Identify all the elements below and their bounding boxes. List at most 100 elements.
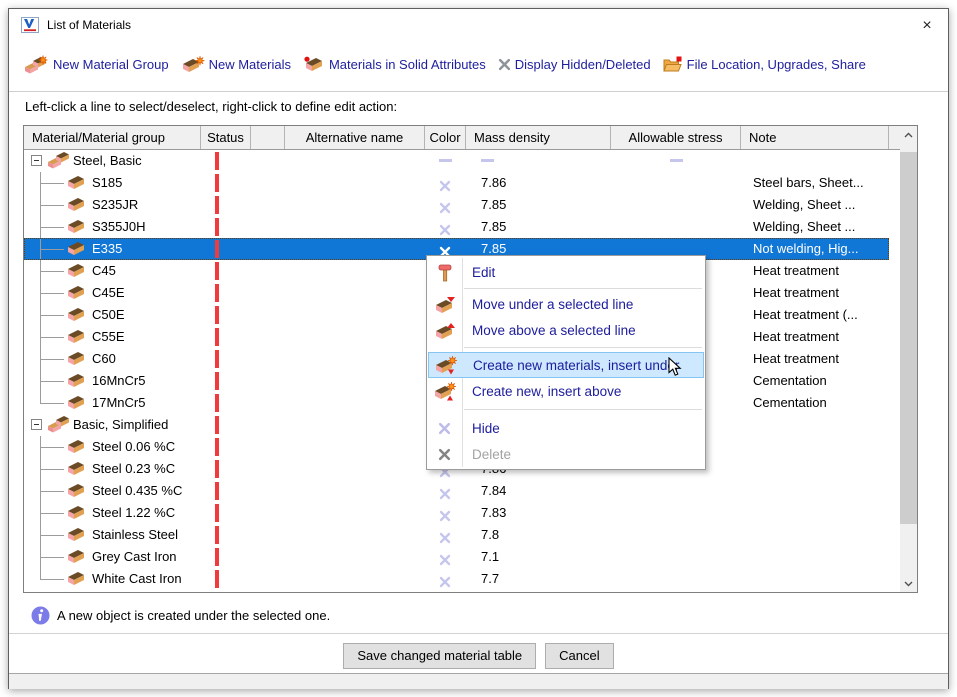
column-header-status[interactable]: Status: [201, 126, 251, 149]
status-cell: [201, 194, 251, 216]
tree-line: [40, 469, 64, 470]
vertical-scrollbar[interactable]: [900, 126, 917, 592]
collapse-icon[interactable]: [31, 155, 42, 166]
scroll-up-icon[interactable]: [900, 126, 917, 143]
tree-line: [40, 183, 64, 184]
toolbar-materials-in-solid-attributes[interactable]: Materials in Solid Attributes: [303, 56, 486, 72]
menu-item-move-under[interactable]: Move under a selected line: [427, 291, 705, 317]
color-cell: [425, 524, 466, 546]
toolbar-new-material-group[interactable]: New Material Group: [23, 55, 169, 74]
filler-cell: [889, 480, 900, 502]
material-label: 16MnCr5: [92, 370, 145, 392]
material-label: Steel 0.435 %C: [92, 480, 182, 502]
close-icon[interactable]: ×: [910, 9, 944, 42]
tree-line: [40, 315, 64, 316]
note-cell: Cementation: [741, 370, 889, 392]
tree-line: [40, 271, 64, 272]
tree-line: [40, 227, 64, 228]
table-row[interactable]: Grey Cast Iron7.1: [24, 546, 900, 568]
no-color-x-icon: [439, 507, 451, 524]
toolbar-new-materials[interactable]: New Materials: [181, 56, 291, 73]
tree-line: [40, 359, 64, 360]
column-header-alt-name[interactable]: Alternative name: [285, 126, 425, 149]
status-flag: [215, 218, 219, 236]
no-color-x-icon: [439, 199, 451, 216]
material-name-cell: Steel 0.06 %C: [24, 436, 201, 458]
tree-line: [40, 491, 64, 492]
allowable-stress-cell: [611, 502, 741, 524]
table-row[interactable]: S235JR7.85Welding, Sheet ...: [24, 194, 900, 216]
alternative-name-cell: [285, 260, 425, 282]
note-cell: [741, 502, 889, 524]
note-cell: [741, 436, 889, 458]
tree-line: [40, 579, 64, 580]
folder-icon: [663, 56, 683, 73]
material-icon: [66, 351, 86, 370]
material-name-cell: S355J0H: [24, 216, 201, 238]
filler-cell: [889, 194, 900, 216]
app-icon: [21, 17, 39, 33]
cancel-button[interactable]: Cancel: [545, 643, 613, 669]
status-cell: [201, 458, 251, 480]
create-above-icon: [427, 382, 462, 401]
no-value-dash: [670, 159, 683, 162]
column-header-blank[interactable]: [251, 126, 285, 149]
save-button[interactable]: Save changed material table: [343, 643, 536, 669]
filler-cell: [889, 458, 900, 480]
table-row[interactable]: Steel 1.22 %C7.83: [24, 502, 900, 524]
table-row[interactable]: Steel 0.435 %C7.84: [24, 480, 900, 502]
material-icon: [66, 527, 86, 546]
collapse-icon[interactable]: [31, 419, 42, 430]
table-row-group[interactable]: Steel, Basic: [24, 150, 900, 172]
status-cell: [201, 414, 251, 436]
tree-line: [40, 535, 64, 536]
material-icon: [66, 461, 86, 480]
material-label: C45: [92, 260, 116, 282]
menu-item-create-new-insert-above[interactable]: Create new, insert above: [427, 378, 705, 404]
column-header-material[interactable]: Material/Material group: [24, 126, 201, 149]
allowable-stress-cell: [611, 194, 741, 216]
status-flag: [215, 262, 219, 280]
material-label: S235JR: [92, 194, 138, 216]
menu-item-label: Edit: [462, 265, 495, 280]
tree-line: [40, 205, 64, 206]
blank-cell: [251, 150, 285, 172]
note-cell: [741, 546, 889, 568]
table-row[interactable]: Stainless Steel7.8: [24, 524, 900, 546]
material-icon: [66, 307, 86, 326]
blank-cell: [251, 348, 285, 370]
material-name-cell: C45: [24, 260, 201, 282]
toolbar-file-location-upgrades-share[interactable]: File Location, Upgrades, Share: [663, 56, 866, 73]
status-flag: [215, 570, 219, 588]
material-name-cell: Stainless Steel: [24, 524, 201, 546]
status-flag: [215, 482, 219, 500]
column-header-mass[interactable]: Mass density: [466, 126, 611, 149]
new-material-group-icon: [23, 55, 49, 74]
no-color-x-icon: [439, 485, 451, 502]
table-row[interactable]: S355J0H7.85Welding, Sheet ...: [24, 216, 900, 238]
blank-cell: [251, 172, 285, 194]
menu-item-hide[interactable]: Hide: [427, 415, 705, 441]
table-row[interactable]: S1857.86Steel bars, Sheet...: [24, 172, 900, 194]
column-header-stress[interactable]: Allowable stress: [611, 126, 741, 149]
toolbar-display-hidden-deleted[interactable]: Display Hidden/Deleted: [498, 57, 651, 72]
filler-cell: [889, 172, 900, 194]
menu-item-create-new-insert-under[interactable]: Create new materials, insert under: [428, 352, 704, 378]
menu-separator: [464, 409, 702, 410]
scroll-down-icon[interactable]: [900, 575, 917, 592]
status-flag: [215, 416, 219, 434]
status-flag: [215, 152, 219, 170]
menu-item-edit[interactable]: Edit: [427, 258, 705, 286]
move-above-icon: [427, 322, 462, 339]
column-header-note[interactable]: Note: [741, 126, 889, 149]
material-name-cell: S235JR: [24, 194, 201, 216]
column-header-color[interactable]: Color: [425, 126, 466, 149]
menu-item-move-above[interactable]: Move above a selected line: [427, 317, 705, 343]
tree-line: [40, 447, 64, 448]
menu-item-label: Move above a selected line: [462, 323, 636, 338]
tree-line: [40, 249, 64, 250]
alternative-name-cell: [285, 480, 425, 502]
scrollbar-thumb[interactable]: [900, 152, 917, 524]
table-row[interactable]: White Cast Iron7.7: [24, 568, 900, 590]
hide-x-icon: [427, 422, 462, 435]
